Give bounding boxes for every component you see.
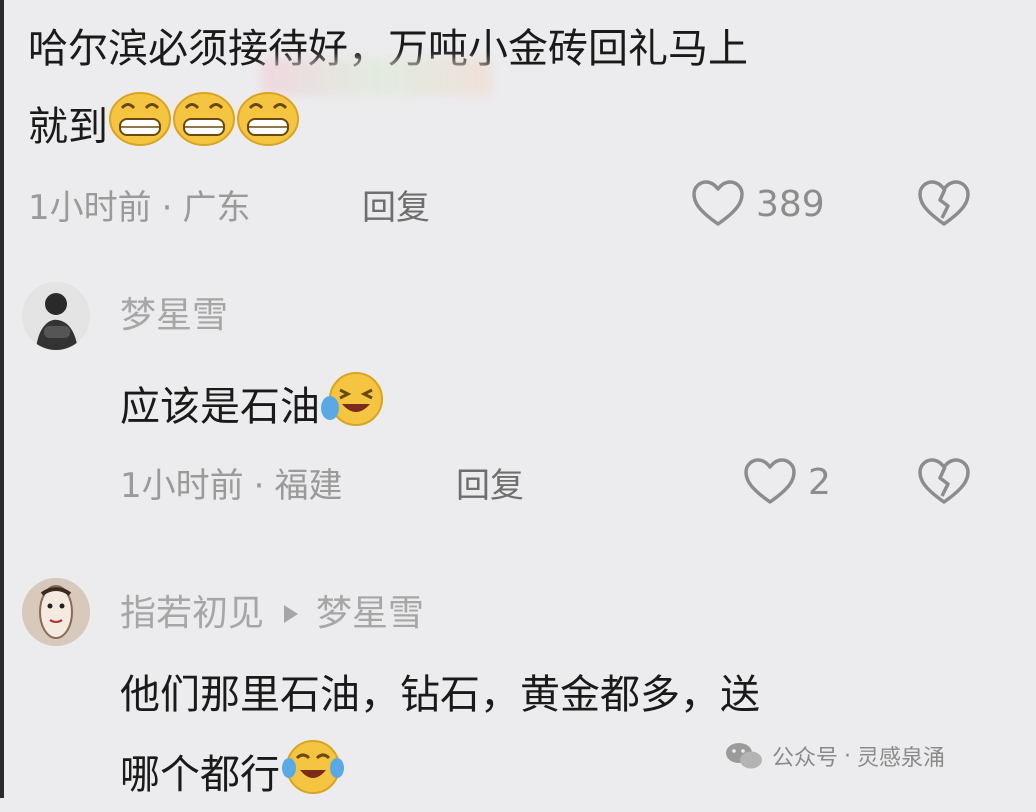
heart-icon: [744, 458, 796, 504]
meta-separator: ·: [161, 188, 173, 228]
comment-2-text: 应该是石油: [120, 384, 320, 430]
comment-2-text-row: 应该是石油: [120, 370, 386, 444]
blurred-region: [262, 58, 492, 96]
comment-3-text-line2-row: 哪个都行: [120, 738, 346, 812]
broken-heart-icon: [918, 180, 970, 226]
reply-arrow-icon: [284, 605, 299, 623]
comment-1-time: 1小时前: [28, 188, 152, 228]
meta-separator: ·: [253, 466, 265, 506]
tears-of-joy-emoji-icon: [280, 738, 346, 812]
grin-emoji-icon: [172, 92, 236, 162]
username[interactable]: 梦星雪: [120, 296, 228, 336]
comment-2-location: 福建: [274, 466, 343, 506]
comment-3-text-line2: 哪个都行: [120, 752, 280, 798]
comment-1-meta: 1小时前 · 广东: [28, 188, 250, 228]
comment-1-like-button[interactable]: 389: [692, 180, 825, 228]
comment-2-meta: 1小时前 · 福建: [120, 466, 342, 506]
reply-to-username[interactable]: 梦星雪: [316, 594, 424, 634]
comment-2-reply-button[interactable]: 回复: [456, 466, 524, 506]
comment-2-time: 1小时前: [120, 466, 244, 506]
heart-icon: [692, 180, 744, 226]
watermark-name: 灵感泉涌: [857, 746, 946, 771]
comment-3-text-line1: 他们那里石油，钻石，黄金都多，送: [120, 672, 760, 718]
window-edge: [0, 0, 4, 798]
comment-1-like-count: 389: [756, 183, 825, 225]
comment-thread: 哈尔滨必须接待好，万吨小金砖回礼马上 就到 1小时前 · 广东 回复 389 梦…: [0, 0, 1036, 798]
comment-1-text-line2: 就到: [28, 104, 108, 150]
reply-header: 指若初见 梦星雪: [120, 594, 424, 634]
watermark-separator: ·: [844, 743, 852, 769]
comment-1-dislike-button[interactable]: [918, 180, 970, 232]
watermark: 公众号 · 灵感泉涌: [724, 740, 945, 772]
grin-emoji-icon: [236, 92, 300, 162]
grin-emoji-icon: [108, 92, 172, 162]
comment-1-location: 广东: [182, 188, 251, 228]
watermark-prefix: 公众号: [772, 746, 839, 771]
comment-2-like-button[interactable]: 2: [744, 458, 831, 506]
avatar[interactable]: [22, 578, 90, 646]
broken-heart-icon: [918, 458, 970, 504]
comment-1-reply-button[interactable]: 回复: [362, 188, 430, 228]
avatar[interactable]: [22, 282, 90, 350]
comment-1-text-line2-row: 就到: [28, 92, 300, 162]
username[interactable]: 指若初见: [120, 594, 264, 634]
comment-2-like-count: 2: [808, 461, 831, 503]
wechat-icon: [726, 743, 762, 769]
comment-2-dislike-button[interactable]: [918, 458, 970, 510]
laugh-cry-emoji-icon: [320, 370, 386, 444]
